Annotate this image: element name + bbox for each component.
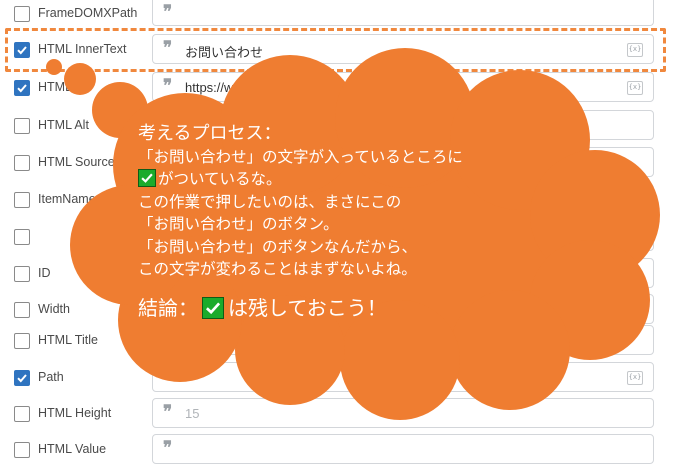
check-mark-icon: [202, 296, 224, 319]
thought-line: この作業で押したいのは、まさにこの: [138, 192, 402, 211]
check-mark-icon: [138, 169, 156, 187]
thought-text: 考えるプロセス： 「お問い合わせ」の文字が入っているところに がついているな。 …: [138, 123, 608, 319]
thought-dot-medium: [64, 63, 96, 95]
thought-line: 「お問い合わせ」のボタン。: [138, 215, 339, 233]
thought-line-with-check: がついているな。: [138, 168, 608, 191]
thought-line: 「お問い合わせ」のボタンなんだから、: [138, 237, 418, 256]
conclusion-suffix: は残しておこう！: [228, 295, 387, 320]
thought-line: 「お問い合わせ」の文字が入っているところに: [138, 147, 463, 166]
thought-dot-small: [46, 59, 62, 75]
conclusion-prefix: 結論：: [138, 295, 198, 320]
thought-conclusion: 結論： は残しておこう！: [138, 295, 608, 320]
thought-title: 考えるプロセス：: [138, 123, 282, 144]
thought-line: この文字が変わることはまずないよね。: [138, 260, 417, 278]
thought-line: がついているな。: [158, 170, 282, 188]
